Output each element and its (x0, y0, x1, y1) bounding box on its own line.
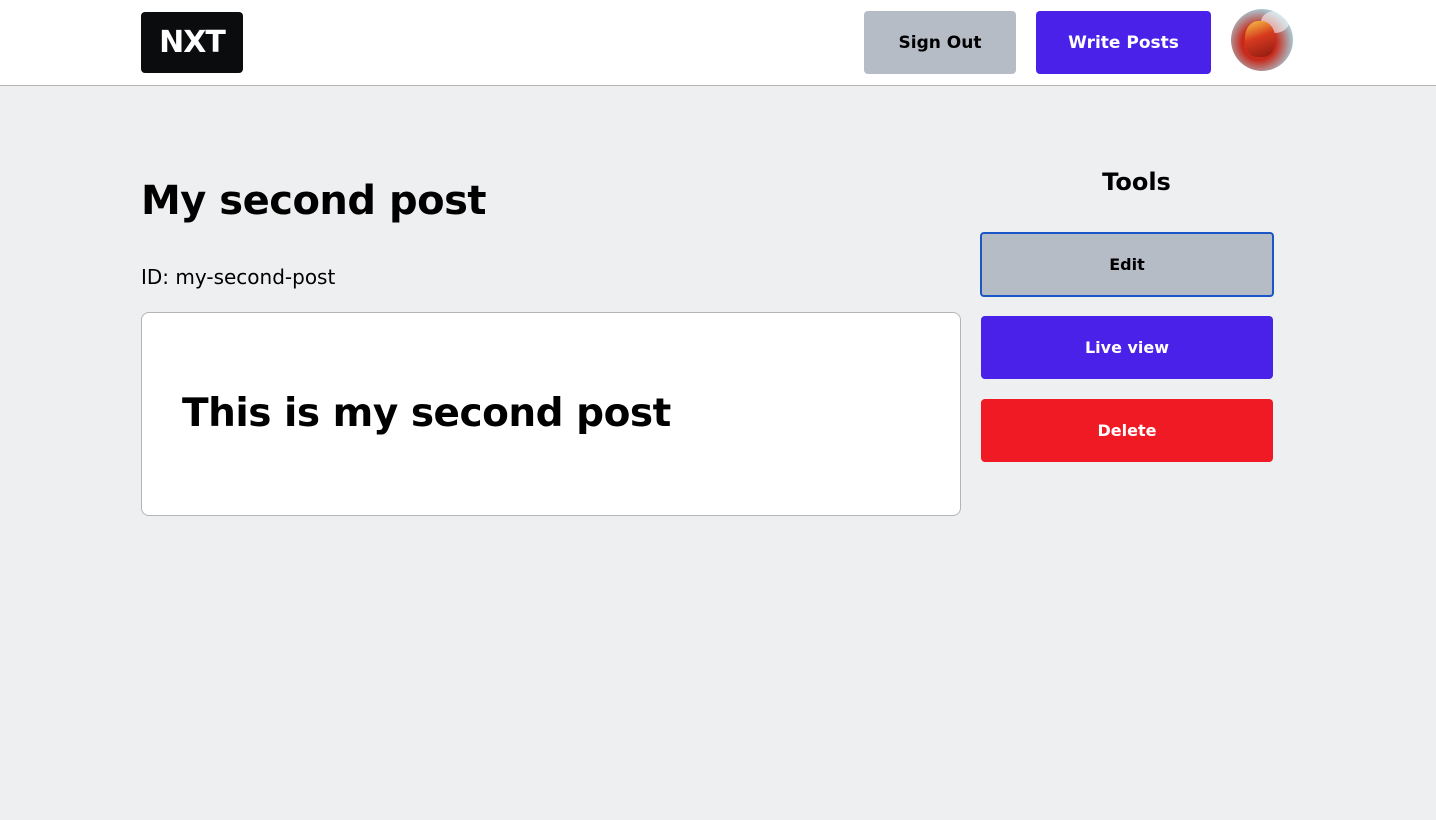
avatar[interactable] (1231, 9, 1293, 71)
tools-heading: Tools (1102, 168, 1171, 196)
delete-button[interactable]: Delete (981, 399, 1273, 462)
avatar-image (1245, 21, 1275, 57)
sign-out-button[interactable]: Sign Out (864, 11, 1016, 74)
write-posts-button[interactable]: Write Posts (1036, 11, 1211, 74)
nxt-logo[interactable]: NXT (141, 12, 243, 73)
post-id-label: ID: my-second-post (141, 265, 336, 289)
top-navbar: NXT Sign Out Write Posts (0, 0, 1436, 86)
page-title: My second post (141, 178, 487, 224)
post-preview-card: This is my second post (141, 312, 961, 516)
edit-button[interactable]: Edit (980, 232, 1274, 297)
live-view-button[interactable]: Live view (981, 316, 1273, 379)
post-content-heading: This is my second post (182, 391, 671, 436)
